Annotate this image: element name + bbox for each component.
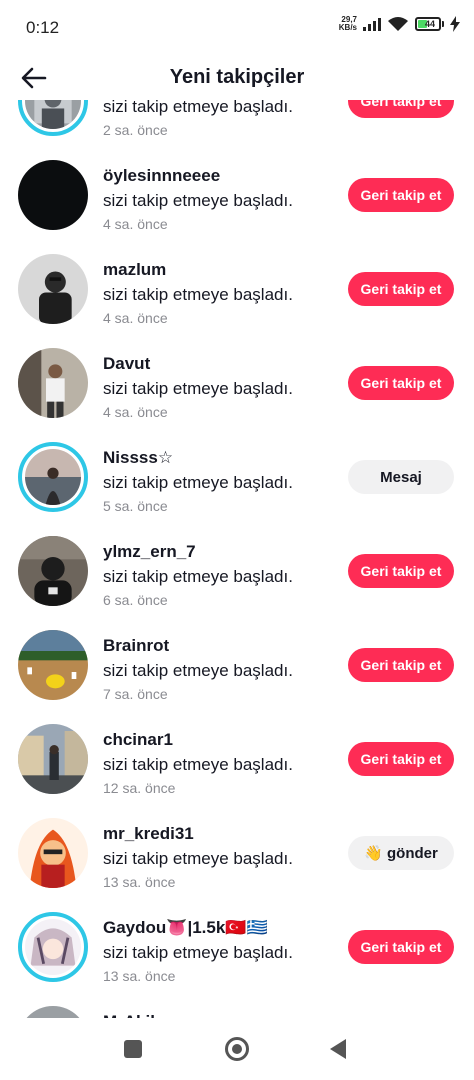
- follower-row[interactable]: öylesinnneeee sizi takip etmeye başladı. 4…: [0, 148, 474, 242]
- recent-apps-icon[interactable]: [124, 1040, 142, 1058]
- follower-row[interactable]: Nissss☆ sizi takip etmeye başladı. 5 sa. ö…: [0, 430, 474, 524]
- follower-text: öylesinnneeee sizi takip etmeye başladı. 4…: [103, 166, 293, 232]
- avatar[interactable]: [18, 724, 88, 794]
- avatar-image: [25, 100, 81, 129]
- avatar-image: [25, 919, 81, 975]
- follow-back-button[interactable]: Geri takip et: [348, 742, 454, 776]
- page-title: Yeni takipçiler: [169, 66, 305, 88]
- wifi-icon: [388, 17, 408, 31]
- follow-action-text: sizi takip etmeye başladı.: [103, 567, 293, 586]
- username[interactable]: mazlum: [103, 260, 293, 282]
- followers-list[interactable]: sizi takip etmeye başladı. 2 sa. önce Geri…: [0, 100, 474, 1018]
- follower-text: mr_kredi31sizi takip etmeye başladı. 13 s…: [103, 824, 293, 890]
- follow-action-text: sizi takip etmeye başladı.: [103, 849, 293, 868]
- follower-text: Gaydou👅|1.5k🇹🇷🇬🇷 sizi takip etmeye başlad…: [103, 918, 293, 984]
- follow-action-text: sizi takip etmeye başladı.: [103, 755, 293, 774]
- follow-back-button[interactable]: Geri takip et: [348, 648, 454, 682]
- avatar[interactable]: [18, 536, 88, 606]
- timestamp: 4 sa. önce: [103, 310, 168, 326]
- follow-action-text: sizi takip etmeye başladı.: [103, 379, 293, 398]
- timestamp: 7 sa. önce: [103, 686, 168, 702]
- follow-action-text: sizi takip etmeye başladı.: [103, 943, 293, 962]
- timestamp: 13 sa. önce: [103, 968, 176, 984]
- follow-back-button[interactable]: Geri takip et: [348, 100, 454, 118]
- username[interactable]: Gaydou👅|1.5k🇹🇷🇬🇷: [103, 918, 293, 940]
- charging-icon: [450, 16, 460, 32]
- follower-row[interactable]: Brainrot sizi takip etmeye başladı. 7 sa. …: [0, 618, 474, 712]
- follow-back-button[interactable]: Geri takip et: [348, 930, 454, 964]
- follower-row[interactable]: Gaydou👅|1.5k🇹🇷🇬🇷 sizi takip etmeye başlad…: [0, 900, 474, 994]
- avatar[interactable]: [18, 254, 88, 324]
- follower-row[interactable]: ylmz_ern_7sizi takip etmeye başladı. 6 sa…: [0, 524, 474, 618]
- follow-back-button[interactable]: Geri takip et: [348, 366, 454, 400]
- username[interactable]: Nissss☆: [103, 448, 293, 470]
- battery-icon: 44: [415, 17, 444, 31]
- avatar-image: [18, 254, 88, 324]
- follow-action-text: sizi takip etmeye başladı.: [103, 661, 293, 680]
- timestamp: 13 sa. önce: [103, 874, 176, 890]
- username[interactable]: Brainrot: [103, 636, 293, 658]
- back-icon[interactable]: [330, 1039, 346, 1059]
- follower-text: ylmz_ern_7sizi takip etmeye başladı. 6 sa…: [103, 542, 293, 608]
- avatar-image: [18, 724, 88, 794]
- follow-action-text: sizi takip etmeye başladı.: [103, 285, 293, 304]
- avatar[interactable]: [18, 160, 88, 230]
- avatar-image: [18, 536, 88, 606]
- avatar[interactable]: [18, 348, 88, 418]
- timestamp: 4 sa. önce: [103, 216, 168, 232]
- follow-action-text: sizi takip etmeye başladı.: [103, 100, 293, 116]
- follower-row[interactable]: sizi takip etmeye başladı. 2 sa. önce Geri…: [0, 100, 474, 148]
- avatar-image: [18, 160, 88, 230]
- timestamp: 2 sa. önce: [103, 122, 168, 138]
- follower-row[interactable]: mazlum sizi takip etmeye başladı. 4 sa. ön…: [0, 242, 474, 336]
- timestamp: 6 sa. önce: [103, 592, 168, 608]
- username[interactable]: mr_kredi31: [103, 824, 293, 846]
- header: Yeni takipçiler: [0, 56, 474, 100]
- follower-text: Nissss☆ sizi takip etmeye başladı. 5 sa. ö…: [103, 448, 293, 514]
- username[interactable]: Davut: [103, 354, 293, 376]
- username[interactable]: öylesinnneeee: [103, 166, 293, 188]
- network-speed: 29,7 KB/s: [339, 16, 357, 32]
- timestamp: 5 sa. önce: [103, 498, 168, 514]
- avatar-image: [25, 449, 81, 505]
- network-speed-unit: KB/s: [338, 23, 357, 32]
- follower-text: Brainrot sizi takip etmeye başladı. 7 sa. …: [103, 636, 293, 702]
- send-wave-button[interactable]: 👋 gönder: [348, 836, 454, 870]
- follower-row[interactable]: chcinar1 sizi takip etmeye başladı. 12 sa.…: [0, 712, 474, 806]
- follower-row[interactable]: Davut sizi takip etmeye başladı. 4 sa. önc…: [0, 336, 474, 430]
- avatar[interactable]: [18, 442, 88, 512]
- status-bar: 0:12 29,7 KB/s 44: [0, 0, 474, 56]
- follow-action-text: sizi takip etmeye başladı.: [103, 473, 293, 492]
- username[interactable]: ylmz_ern_7: [103, 542, 293, 564]
- avatar-image: [18, 818, 88, 888]
- avatar[interactable]: [18, 818, 88, 888]
- follow-back-button[interactable]: Geri takip et: [348, 272, 454, 306]
- status-time: 0:12: [26, 18, 60, 37]
- avatar-image: [18, 1006, 88, 1018]
- avatar[interactable]: [18, 912, 88, 982]
- avatar[interactable]: [18, 630, 88, 700]
- status-icons: 29,7 KB/s 44: [339, 16, 460, 32]
- avatar[interactable]: [18, 100, 88, 136]
- avatar[interactable]: [18, 1006, 88, 1018]
- timestamp: 4 sa. önce: [103, 404, 168, 420]
- follow-action-text: sizi takip etmeye başladı.: [103, 191, 293, 210]
- follower-row[interactable]: mr_kredi31sizi takip etmeye başladı. 13 s…: [0, 806, 474, 900]
- follower-text: chcinar1 sizi takip etmeye başladı. 12 sa.…: [103, 730, 293, 796]
- avatar-image: [18, 630, 88, 700]
- follow-back-button[interactable]: Geri takip et: [348, 554, 454, 588]
- home-icon[interactable]: [225, 1037, 249, 1061]
- battery-level: 44: [424, 19, 435, 29]
- system-nav-bar: [0, 1018, 474, 1080]
- follower-text: Davut sizi takip etmeye başladı. 4 sa. önc…: [103, 354, 293, 420]
- signal-icon: [363, 17, 381, 31]
- follower-text: mazlum sizi takip etmeye başladı. 4 sa. ön…: [103, 260, 293, 326]
- follower-row[interactable]: MrAkil: [0, 994, 474, 1018]
- avatar-image: [18, 348, 88, 418]
- timestamp: 12 sa. önce: [103, 780, 176, 796]
- follow-back-button[interactable]: Geri takip et: [348, 178, 454, 212]
- follower-text: sizi takip etmeye başladı. 2 sa. önce: [103, 100, 293, 138]
- message-button[interactable]: Mesaj: [348, 460, 454, 494]
- username[interactable]: chcinar1: [103, 730, 293, 752]
